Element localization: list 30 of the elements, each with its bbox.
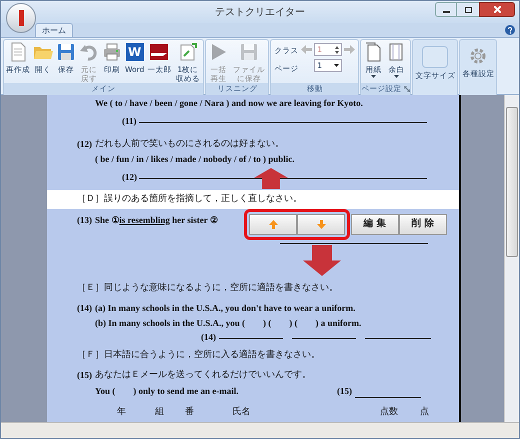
sentence-text: We ( to / have / been / gone / Nara ) and now we are leaving for Kyoto. [95,96,363,110]
ribbon-tab[interactable]: ホーム [35,23,73,37]
answer-number: (15) [337,384,352,398]
sentence-text: You ( ) only to send me an e-mail. [95,384,238,398]
question-number: (13) [77,214,92,227]
window-title: テストクリエイター [215,6,305,20]
answer-number: (14) [201,331,216,344]
sentence-text: (b) In many schools in the U.S.A., you ( ) ( ) ( ) a uniform. [95,316,362,330]
question-number: (15) [77,368,92,382]
name-row-label: 組 [154,406,165,419]
name-row-label: 年 [117,406,127,419]
name-row-label: 氏名 [232,406,252,419]
answer-number: (12) [122,171,137,184]
question-text: She ①is resembling her sister ② [95,214,218,227]
question-number: (12) [77,138,92,151]
question-text: あなたはＥメールを送ってくれるだけでいいんです。 [95,368,311,382]
name-row-label: 点 [420,406,430,419]
answer-number: (11) [122,115,136,128]
question-number: (14) [77,302,92,315]
question-text: (a) In many schools in the U.S.A., you don't have to wear a uniform. [95,302,356,315]
section-heading[interactable]: ［Ｄ］誤りのある箇所を指摘して，正しく直しなさい。 [47,190,459,209]
row-action-button[interactable]: 編 集 [351,214,399,235]
word-logo-icon: W [126,43,144,61]
row-action-button[interactable]: 削 除 [399,214,447,235]
section-heading[interactable]: ［Ｆ］日本語に合うように，空所に入る適語を書きなさい。 [47,346,459,365]
section-heading[interactable]: ［Ｅ］同じような意味になるように，空所に適語を書きなさい。 [47,279,459,298]
question-text: だれも人前で笑いものにされるのは好まない。 [95,138,284,150]
name-row-label: 番 [184,406,195,419]
name-row-label: 点数 [380,406,400,419]
sentence-text: ( be / fun / in / likes / made / nobody / of / to ) public. [95,152,295,166]
